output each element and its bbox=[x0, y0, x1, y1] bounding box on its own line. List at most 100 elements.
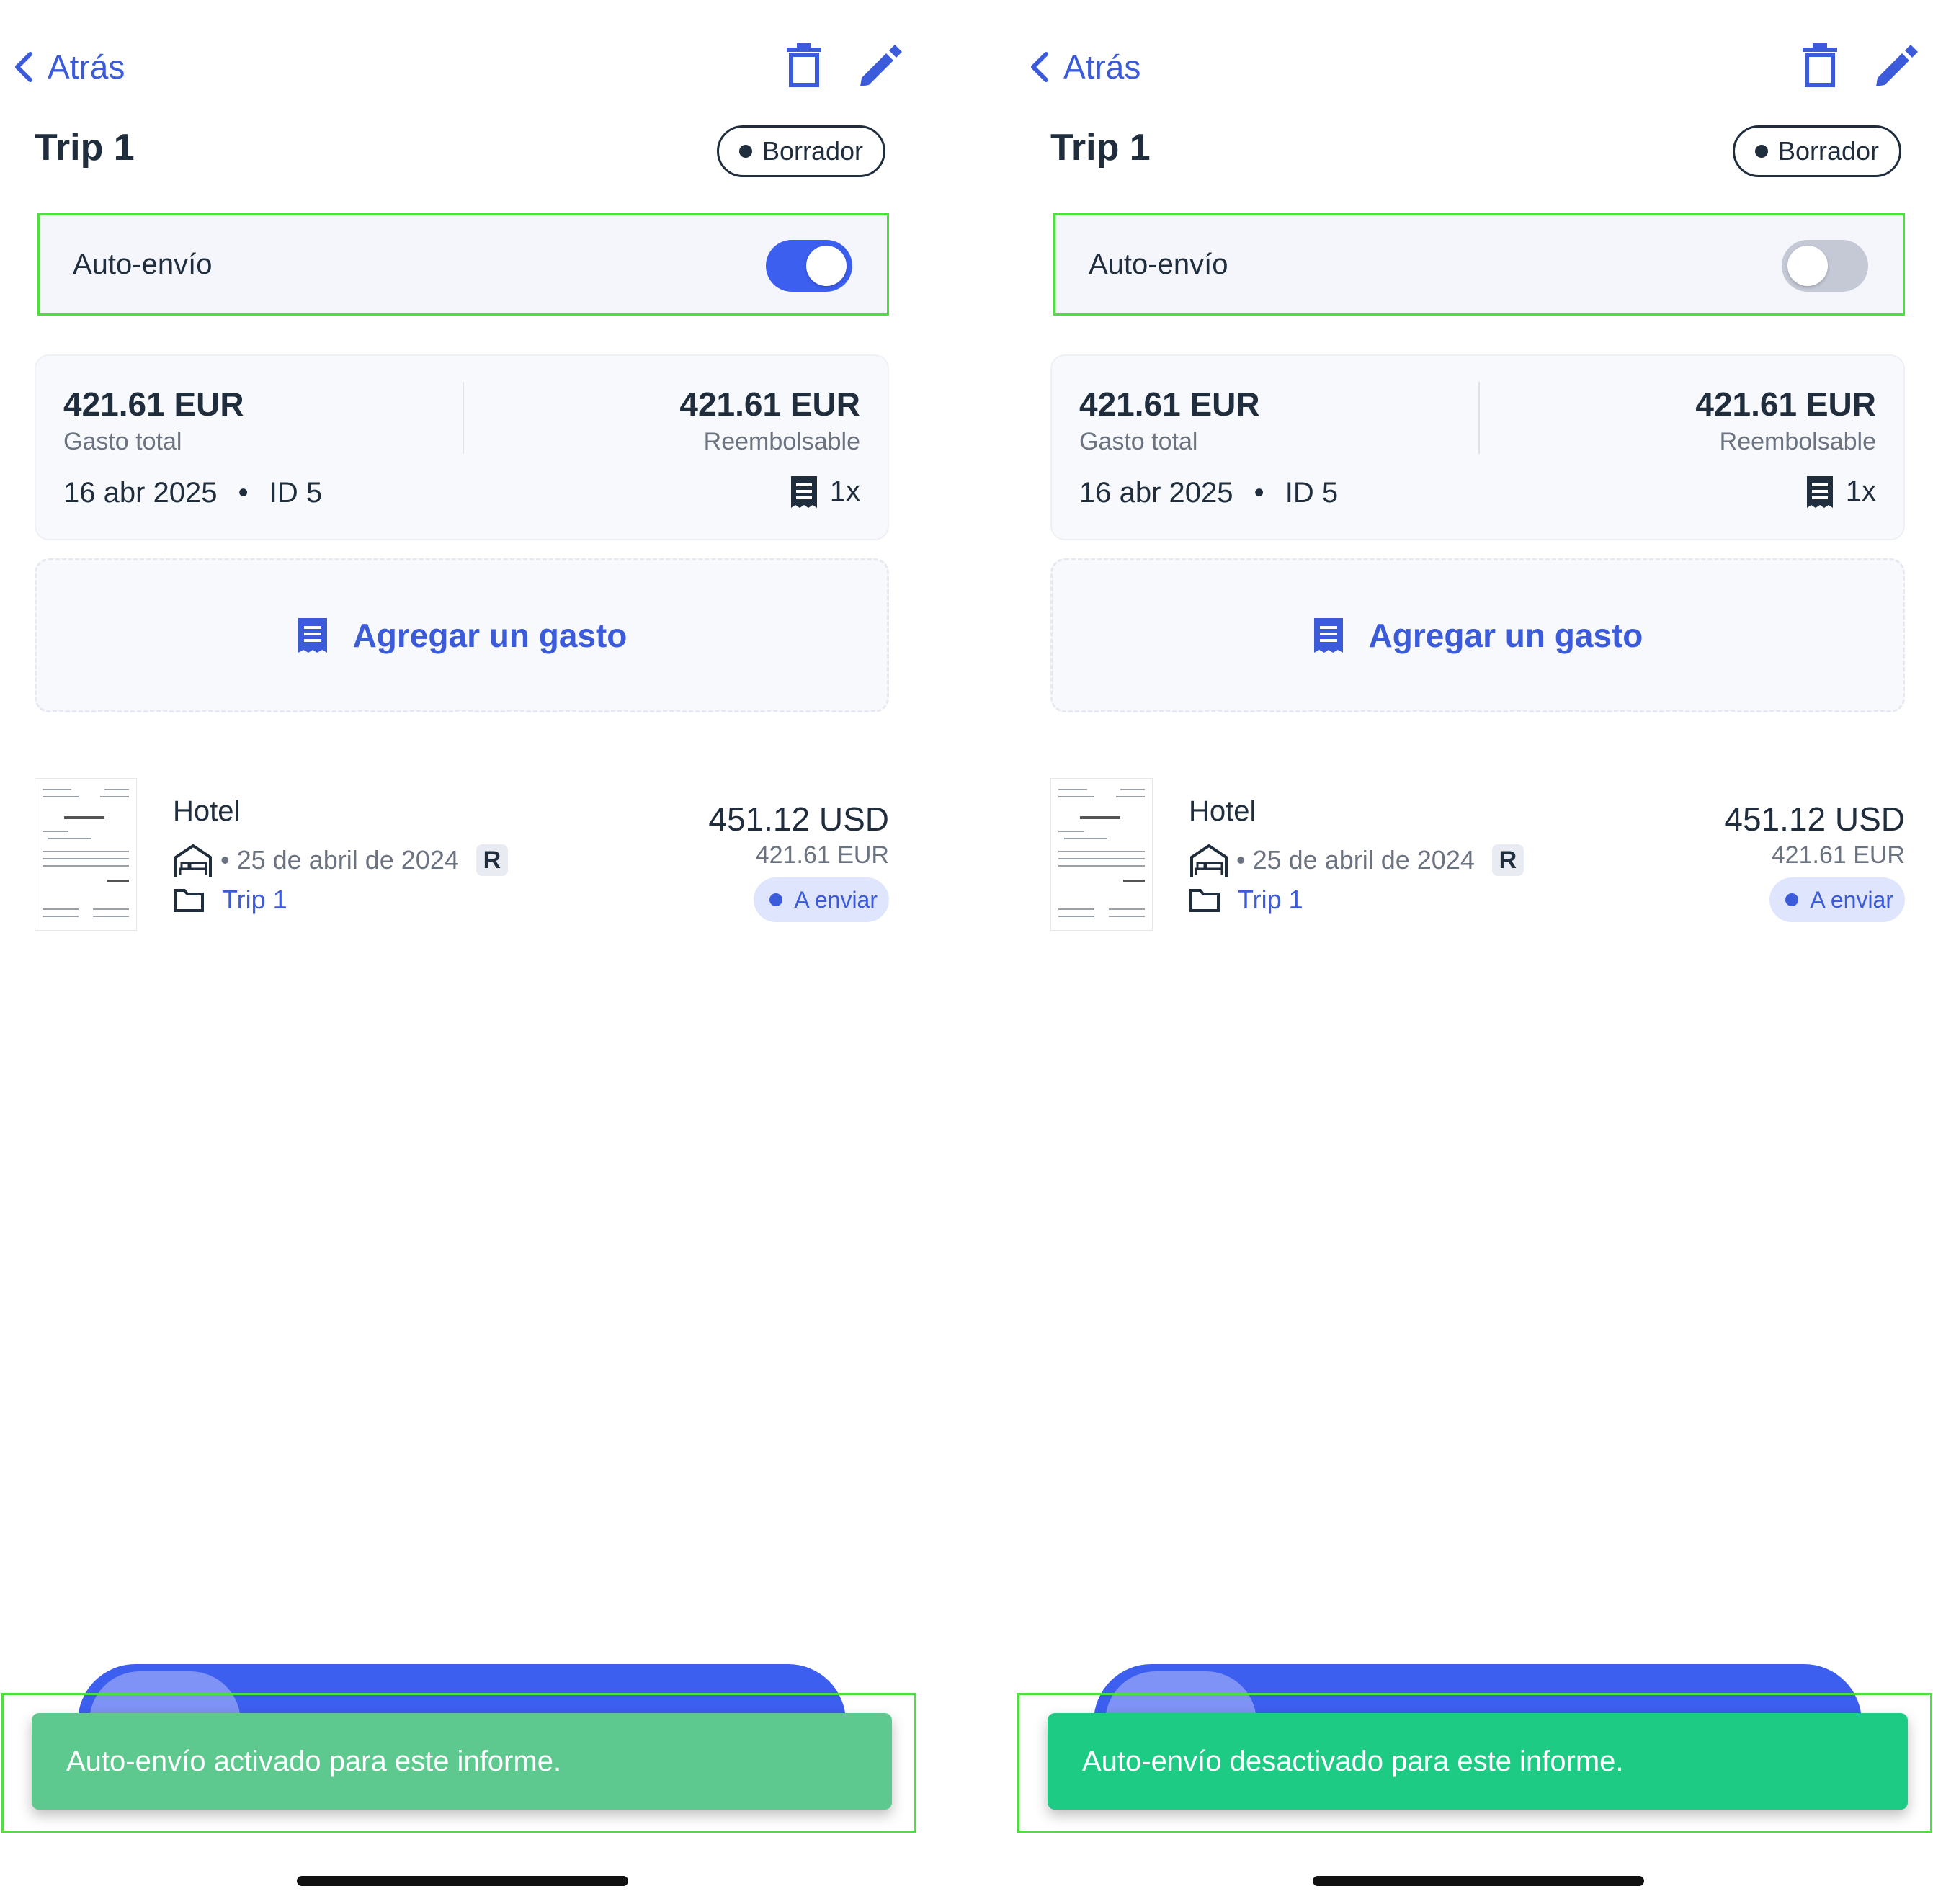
total-amount: 421.61 EUR bbox=[1079, 385, 1260, 423]
expense-category: Hotel bbox=[1189, 795, 1256, 827]
auto-submit-toggle[interactable] bbox=[1782, 240, 1868, 292]
expense-meta-row: • 25 de abril de 2024 R bbox=[1189, 840, 1524, 880]
auto-submit-label: Auto-envío bbox=[1089, 249, 1228, 280]
status-dot-icon bbox=[738, 145, 752, 158]
expense-report-name: Trip 1 bbox=[1238, 885, 1303, 914]
expense-report-name: Trip 1 bbox=[222, 885, 287, 914]
receipt-icon bbox=[1806, 475, 1833, 508]
receipt-count: 1x bbox=[1805, 475, 1876, 508]
receipt-icon bbox=[1313, 618, 1343, 653]
delete-report-button[interactable] bbox=[1800, 43, 1840, 88]
bed-icon bbox=[174, 844, 212, 877]
chevron-left-icon bbox=[15, 52, 32, 82]
summary-divider bbox=[1478, 382, 1480, 454]
edit-report-button[interactable] bbox=[1873, 42, 1921, 89]
status-dot-icon bbox=[769, 893, 783, 906]
expense-status-label: A enviar bbox=[1810, 886, 1893, 913]
expense-date: 25 de abril de 2024 bbox=[236, 845, 459, 875]
expense-meta-row: • 25 de abril de 2024 R bbox=[173, 840, 508, 880]
add-expense-button[interactable]: Agregar un gasto bbox=[35, 558, 889, 712]
home-indicator bbox=[1313, 1876, 1644, 1886]
report-screen: Atrás Trip 1 Borrador Auto-envío 421.61 … bbox=[0, 0, 966, 1904]
edit-report-button[interactable] bbox=[857, 42, 905, 89]
report-title: Trip 1 bbox=[1050, 127, 1151, 169]
expense-list-item[interactable]: Hotel • 25 de abril de 2024 R Trip 1 451… bbox=[1050, 771, 1905, 933]
expense-converted-amount: 421.61 EUR bbox=[755, 841, 889, 869]
trash-icon bbox=[1803, 43, 1837, 87]
total-amount: 421.61 EUR bbox=[63, 385, 244, 423]
receipt-count-label: 1x bbox=[1845, 475, 1876, 507]
report-meta: 16 abr 2025 • ID 5 bbox=[1079, 477, 1338, 509]
folder-icon bbox=[174, 889, 204, 912]
total-label: Gasto total bbox=[1079, 428, 1198, 455]
receipt-thumbnail bbox=[1050, 778, 1153, 931]
toast-message: Auto-envío activado para este informe. bbox=[66, 1745, 562, 1777]
toggle-knob bbox=[1787, 246, 1828, 286]
expense-status-badge: A enviar bbox=[754, 877, 889, 922]
report-title: Trip 1 bbox=[35, 127, 135, 169]
chevron-left-icon bbox=[1031, 52, 1048, 82]
meta-separator: • bbox=[1254, 477, 1264, 509]
report-status-label: Borrador bbox=[1777, 136, 1880, 166]
expense-converted-amount: 421.61 EUR bbox=[1771, 841, 1905, 869]
report-summary-card: 421.61 EUR Gasto total 421.61 EUR Reembo… bbox=[1050, 354, 1905, 540]
summary-divider bbox=[463, 382, 464, 454]
reimbursable-badge: R bbox=[1491, 844, 1524, 876]
auto-submit-toggle[interactable] bbox=[766, 240, 852, 292]
meta-separator: • bbox=[1236, 845, 1246, 875]
receipt-count-label: 1x bbox=[829, 475, 860, 507]
add-expense-button[interactable]: Agregar un gasto bbox=[1050, 558, 1905, 712]
report-date: 16 abr 2025 bbox=[63, 477, 218, 509]
meta-separator: • bbox=[238, 477, 249, 509]
report-status-badge: Borrador bbox=[717, 125, 885, 177]
status-dot-icon bbox=[1785, 893, 1799, 906]
report-meta: 16 abr 2025 • ID 5 bbox=[63, 477, 322, 509]
reimbursable-amount: 421.61 EUR bbox=[1695, 385, 1876, 423]
auto-submit-row: Auto-envío bbox=[1053, 213, 1905, 316]
report-status-label: Borrador bbox=[762, 136, 864, 166]
reimbursable-badge: R bbox=[476, 844, 508, 876]
expense-category: Hotel bbox=[173, 795, 241, 827]
receipt-icon bbox=[298, 618, 327, 653]
back-label: Atrás bbox=[48, 48, 125, 86]
status-dot-icon bbox=[1754, 145, 1768, 158]
expense-report-row: Trip 1 bbox=[173, 885, 287, 915]
add-expense-label: Agregar un gasto bbox=[352, 617, 628, 654]
toast-notification: Auto-envío desactivado para este informe… bbox=[1048, 1713, 1908, 1810]
bed-icon bbox=[1190, 844, 1228, 877]
reimbursable-label: Reembolsable bbox=[703, 428, 860, 455]
report-status-badge: Borrador bbox=[1733, 125, 1901, 177]
receipt-count: 1x bbox=[790, 475, 860, 508]
expense-status-label: A enviar bbox=[794, 886, 878, 913]
expense-status-badge: A enviar bbox=[1769, 877, 1905, 922]
back-button[interactable]: Atrás bbox=[13, 42, 125, 92]
receipt-icon bbox=[790, 475, 817, 508]
reimbursable-amount: 421.61 EUR bbox=[679, 385, 860, 423]
report-id: ID 5 bbox=[1285, 477, 1339, 509]
back-label: Atrás bbox=[1063, 48, 1141, 86]
reimbursable-label: Reembolsable bbox=[1719, 428, 1876, 455]
expense-date: 25 de abril de 2024 bbox=[1252, 845, 1475, 875]
meta-separator: • bbox=[220, 845, 230, 875]
pencil-icon bbox=[1876, 45, 1918, 86]
auto-submit-row: Auto-envío bbox=[37, 213, 889, 316]
toggle-knob bbox=[806, 246, 847, 286]
receipt-thumbnail bbox=[35, 778, 137, 931]
back-button[interactable]: Atrás bbox=[1029, 42, 1140, 92]
expense-list-item[interactable]: Hotel • 25 de abril de 2024 R Trip 1 451… bbox=[35, 771, 889, 933]
expense-amount: 451.12 USD bbox=[708, 800, 889, 838]
toast-message: Auto-envío desactivado para este informe… bbox=[1082, 1745, 1624, 1777]
delete-report-button[interactable] bbox=[784, 43, 824, 88]
home-indicator bbox=[297, 1876, 628, 1886]
folder-icon bbox=[1189, 889, 1220, 912]
pencil-icon bbox=[860, 45, 902, 86]
expense-report-row: Trip 1 bbox=[1189, 885, 1303, 915]
report-screen: Atrás Trip 1 Borrador Auto-envío 421.61 … bbox=[1016, 0, 1933, 1904]
trash-icon bbox=[787, 43, 821, 87]
toast-notification: Auto-envío activado para este informe. bbox=[32, 1713, 892, 1810]
report-summary-card: 421.61 EUR Gasto total 421.61 EUR Reembo… bbox=[35, 354, 889, 540]
report-id: ID 5 bbox=[269, 477, 323, 509]
expense-amount: 451.12 USD bbox=[1724, 800, 1905, 838]
total-label: Gasto total bbox=[63, 428, 182, 455]
report-date: 16 abr 2025 bbox=[1079, 477, 1233, 509]
